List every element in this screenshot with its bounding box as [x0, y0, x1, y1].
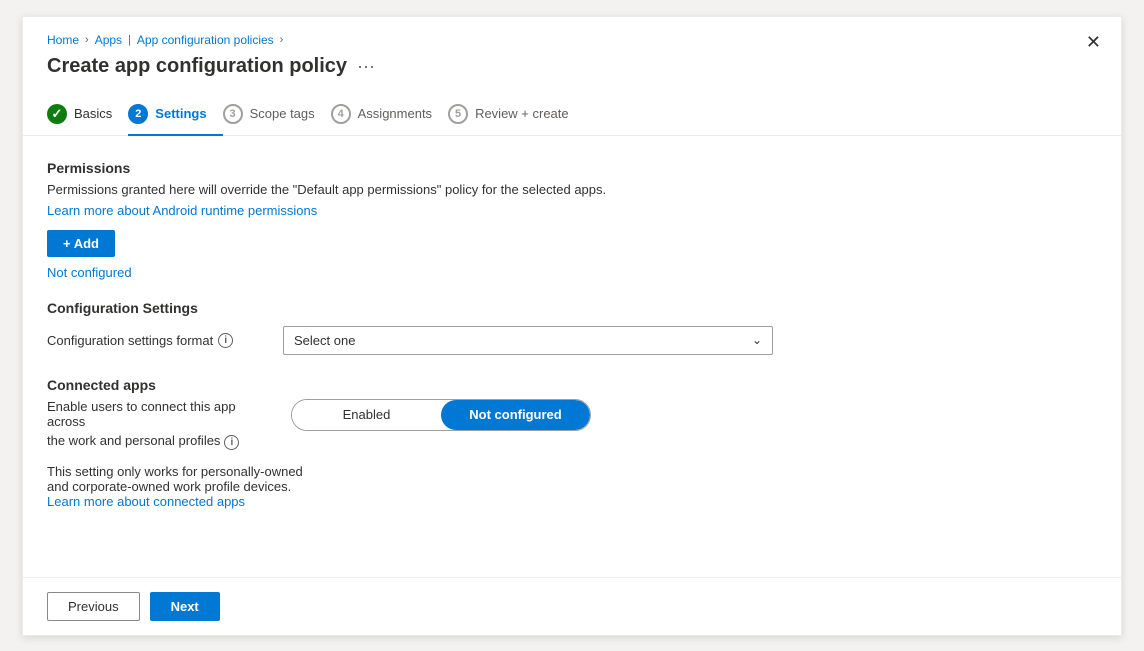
connected-apps-note-text: This setting only works for personally-o…: [47, 464, 303, 494]
connected-apps-info-icon[interactable]: i: [224, 435, 239, 450]
title-ellipsis[interactable]: ···: [357, 56, 375, 77]
breadcrumb-policy[interactable]: App configuration policies: [137, 33, 274, 47]
previous-button[interactable]: Previous: [47, 592, 140, 621]
tab-scope-tags[interactable]: 3 Scope tags: [223, 94, 331, 136]
tab-basics[interactable]: ✓ Basics: [47, 94, 128, 136]
panel-content: Permissions Permissions granted here wil…: [23, 136, 1121, 577]
connected-apps-note: This setting only works for personally-o…: [47, 464, 307, 509]
breadcrumb-apps[interactable]: Apps: [95, 33, 122, 47]
steps-row: ✓ Basics 2 Settings 3 Scope tags 4 Assig…: [23, 94, 1121, 136]
connected-apps-row: Enable users to connect this app across …: [47, 399, 1097, 450]
connected-apps-desc: Enable users to connect this app across …: [47, 399, 267, 450]
title-row: Create app configuration policy ···: [47, 55, 1097, 78]
page-title: Create app configuration policy: [47, 55, 347, 78]
step-num-review: 5: [448, 104, 468, 124]
step-label-review: Review + create: [475, 106, 569, 121]
permissions-status: Not configured: [47, 265, 1097, 280]
breadcrumb: Home › Apps | App configuration policies…: [47, 33, 1097, 47]
step-num-basics: ✓: [47, 104, 67, 124]
toggle-not-configured[interactable]: Not configured: [441, 400, 590, 430]
panel-footer: Previous Next: [23, 577, 1121, 635]
toggle-enabled[interactable]: Enabled: [292, 400, 441, 430]
config-format-label: Configuration settings format: [47, 333, 213, 348]
connected-apps-section: Connected apps Enable users to connect t…: [47, 377, 1097, 509]
tab-assignments[interactable]: 4 Assignments: [331, 94, 448, 136]
breadcrumb-sep-3: ›: [280, 34, 284, 46]
next-button[interactable]: Next: [150, 592, 220, 621]
config-settings-row: Configuration settings format i Select o…: [47, 326, 1097, 355]
toggle-enabled-label: Enabled: [343, 407, 391, 422]
step-num-settings: 2: [128, 104, 148, 124]
toggle-not-configured-label: Not configured: [469, 407, 561, 422]
step-num-assignments: 4: [331, 104, 351, 124]
step-label-assignments: Assignments: [358, 106, 432, 121]
config-format-label-container: Configuration settings format i: [47, 333, 267, 348]
panel-header: Home › Apps | App configuration policies…: [23, 17, 1121, 94]
step-label-basics: Basics: [74, 106, 112, 121]
step-label-settings: Settings: [155, 106, 206, 121]
learn-more-permissions-link[interactable]: Learn more about Android runtime permiss…: [47, 203, 317, 218]
config-settings-section: Configuration Settings Configuration set…: [47, 300, 1097, 355]
connected-apps-toggle[interactable]: Enabled Not configured: [291, 399, 591, 431]
breadcrumb-sep-1: ›: [85, 34, 89, 46]
step-num-scope: 3: [223, 104, 243, 124]
config-format-select[interactable]: Select one ⌄: [283, 326, 773, 355]
connected-apps-learn-more-link[interactable]: Learn more about connected apps: [47, 494, 245, 509]
config-section-title: Configuration Settings: [47, 300, 1097, 316]
tab-settings[interactable]: 2 Settings: [128, 94, 222, 136]
tab-review-create[interactable]: 5 Review + create: [448, 94, 585, 136]
close-button[interactable]: ✕: [1086, 33, 1101, 51]
connected-apps-label-line2: the work and personal profiles: [47, 433, 220, 448]
step-label-scope: Scope tags: [250, 106, 315, 121]
connected-apps-label-container: Enable users to connect this app across …: [47, 399, 267, 450]
connected-apps-label-line1: Enable users to connect this app across: [47, 399, 267, 429]
breadcrumb-sep-2: |: [128, 34, 131, 46]
permissions-section-title: Permissions: [47, 160, 1097, 176]
connected-apps-title: Connected apps: [47, 377, 1097, 393]
permissions-description: Permissions granted here will override t…: [47, 182, 1097, 197]
add-button[interactable]: + Add: [47, 230, 115, 257]
config-format-placeholder: Select one: [294, 333, 355, 348]
create-policy-panel: Home › Apps | App configuration policies…: [22, 16, 1122, 636]
breadcrumb-home[interactable]: Home: [47, 33, 79, 47]
chevron-down-icon: ⌄: [752, 333, 762, 347]
config-format-info-icon[interactable]: i: [218, 333, 233, 348]
